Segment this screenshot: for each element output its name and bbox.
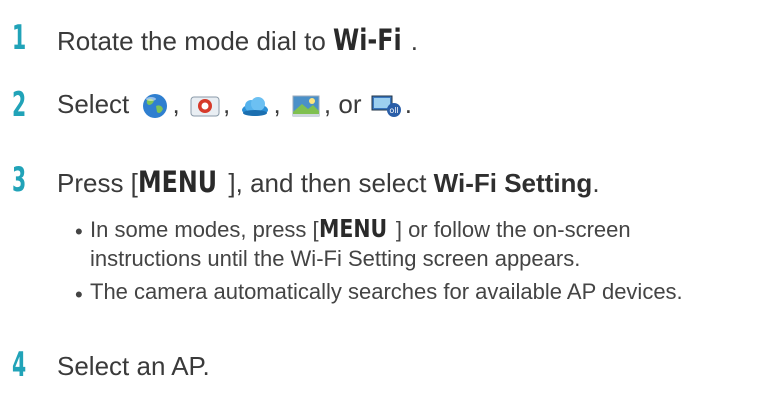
bullet: • [75, 219, 83, 244]
menu-key: MENU [137, 165, 218, 199]
step-1: 1 Rotate the mode dial to Wi-Fi. [0, 18, 784, 58]
step-text: Press [MENU], and then select Wi-Fi Sett… [57, 165, 600, 199]
bullet-text-2: The camera automatically searches for av… [90, 279, 683, 304]
mode-name: Wi-Fi [333, 23, 402, 57]
step-text: Select an AP. [57, 351, 210, 381]
step-number: 3 [12, 160, 27, 200]
photo-share-icon [292, 95, 320, 118]
email-icon [190, 96, 220, 117]
bullet-text-1: In some modes, press [MENU] or follow th… [90, 214, 631, 271]
step-4: 4 Select an AP. [0, 345, 784, 385]
wifi-setting-label: Wi-Fi Setting [433, 168, 593, 198]
tv-link-icon: oll [371, 95, 401, 118]
step-3: 3 Press [MENU], and then select Wi-Fi Se… [0, 160, 784, 200]
bullet: • [75, 282, 83, 307]
step-number: 2 [12, 85, 27, 125]
step-text: Select , , , , or oll . [57, 89, 412, 119]
globe-icon [142, 94, 167, 119]
step-number: 4 [12, 345, 27, 385]
step-text: Rotate the mode dial to Wi-Fi. [57, 23, 419, 57]
svg-text:oll: oll [389, 106, 398, 115]
step-2: 2 Select , , , , or oll . [0, 85, 784, 125]
step-number: 1 [12, 18, 27, 58]
cloud-icon [242, 97, 269, 117]
menu-key: MENU [318, 214, 387, 243]
